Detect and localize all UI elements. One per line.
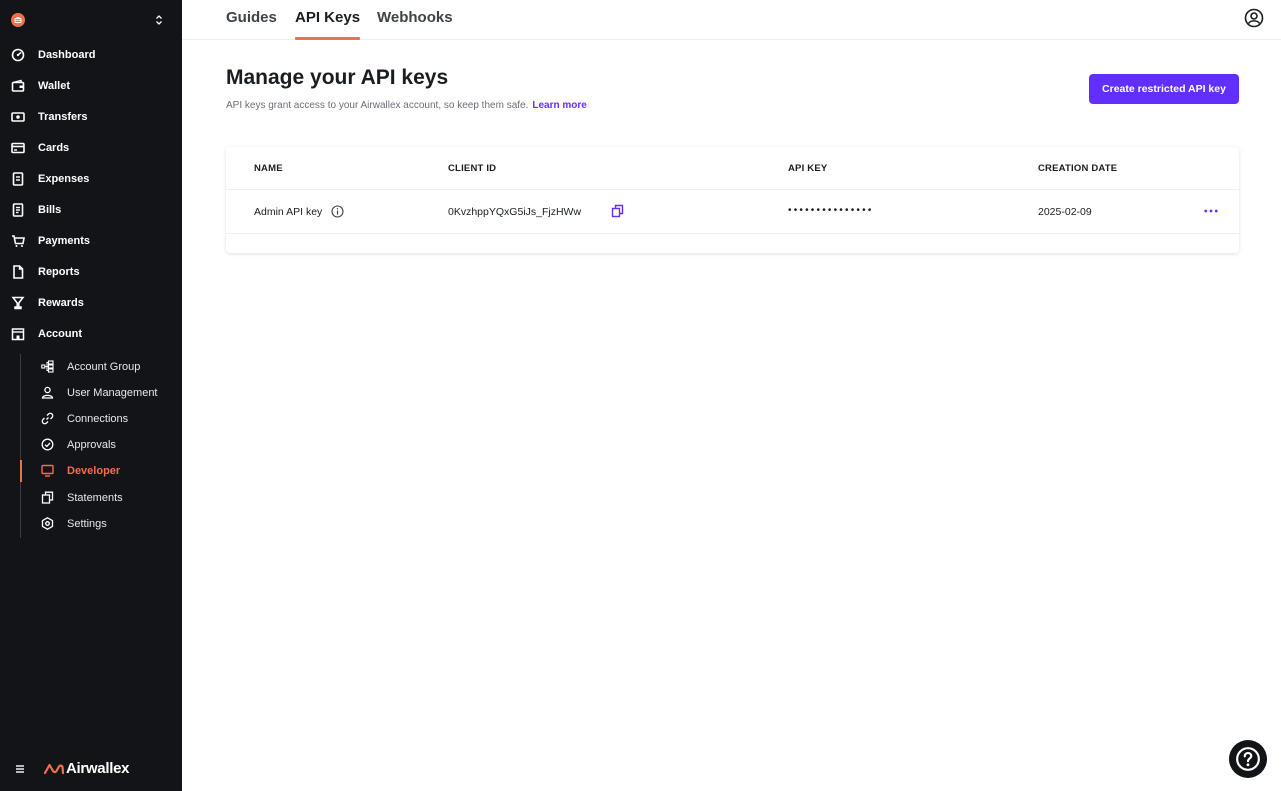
subnav-item-approvals[interactable]: Approvals <box>20 432 182 458</box>
nav-item-transfers[interactable]: Transfers <box>0 103 182 131</box>
subnav-label: Account Group <box>67 361 141 373</box>
hamburger-menu-icon[interactable] <box>14 762 26 774</box>
payments-icon <box>11 234 25 248</box>
nav-item-reports[interactable]: Reports <box>0 258 182 286</box>
nav-label: Expenses <box>38 173 90 185</box>
copy-icon[interactable] <box>611 204 624 218</box>
nav-label: Rewards <box>38 297 84 309</box>
api-key-name: Admin API key <box>254 206 323 218</box>
transfers-icon <box>11 110 25 124</box>
nav-item-bills[interactable]: Bills <box>0 196 182 224</box>
account-group-icon <box>41 360 54 373</box>
api-keys-table: NAME CLIENT ID API KEY CREATION DATE Adm… <box>226 147 1239 253</box>
check-circle-icon <box>41 438 54 451</box>
column-header-name: NAME <box>254 163 283 174</box>
settings-icon <box>41 517 54 530</box>
user-icon <box>41 386 54 399</box>
more-options-icon[interactable] <box>1203 204 1219 218</box>
dashboard-icon <box>11 48 25 62</box>
subnav-label: Connections <box>67 413 129 425</box>
learn-more-link[interactable]: Learn more <box>532 100 586 111</box>
organization-switcher[interactable] <box>0 0 182 40</box>
copy-icon <box>41 491 54 504</box>
rewards-icon <box>11 296 25 310</box>
nav-label: Bills <box>38 204 62 216</box>
nav-label: Reports <box>38 266 80 278</box>
user-profile-icon[interactable] <box>1244 8 1264 28</box>
client-id-value: 0KvzhppYQxG5iJs_FjzHWw <box>448 206 582 218</box>
subnav-label: Statements <box>67 492 123 504</box>
active-indicator <box>20 460 22 482</box>
nav-item-expenses[interactable]: Expenses <box>0 165 182 193</box>
subnav-item-user-management[interactable]: User Management <box>20 380 182 406</box>
subnav-item-settings[interactable]: Settings <box>20 511 182 537</box>
subnav-item-developer[interactable]: Developer <box>20 458 182 484</box>
cards-icon <box>11 141 25 155</box>
reports-icon <box>11 265 25 279</box>
subnav-item-account-group[interactable]: Account Group <box>20 354 182 380</box>
organization-logo-icon <box>11 13 25 27</box>
table-header: NAME CLIENT ID API KEY CREATION DATE <box>226 147 1239 190</box>
link-icon <box>41 412 54 425</box>
column-header-client-id: CLIENT ID <box>448 163 497 174</box>
nav-label: Transfers <box>38 111 88 123</box>
column-header-creation-date: CREATION DATE <box>1038 163 1118 174</box>
subnav-label: User Management <box>67 387 158 399</box>
chevron-up-down-icon <box>154 13 164 27</box>
wallet-icon <box>11 79 25 93</box>
creation-date-value: 2025-02-09 <box>1038 206 1092 218</box>
subnav-item-connections[interactable]: Connections <box>20 406 182 432</box>
bills-icon <box>11 203 25 217</box>
tab-guides[interactable]: Guides <box>226 9 277 40</box>
brand-name: Airwallex <box>66 760 130 777</box>
nav-item-payments[interactable]: Payments <box>0 227 182 255</box>
sidebar: Dashboard Wallet Transfers Cards Expense… <box>0 0 182 791</box>
create-restricted-api-key-button[interactable]: Create restricted API key <box>1089 74 1239 104</box>
tab-webhooks[interactable]: Webhooks <box>377 9 453 40</box>
sidebar-footer: Airwallex <box>0 752 182 786</box>
help-button[interactable] <box>1229 740 1267 778</box>
tab-api-keys[interactable]: API Keys <box>295 9 361 40</box>
account-icon <box>11 327 25 341</box>
table-row: Admin API key 0KvzhppYQxG5iJs_FjzHWw •••… <box>226 190 1239 234</box>
nav-label: Wallet <box>38 80 70 92</box>
nav-label: Payments <box>38 235 90 247</box>
page-description-text: API keys grant access to your Airwallex … <box>226 100 529 111</box>
top-tab-bar: Guides API Keys Webhooks <box>182 0 1281 40</box>
page-description: API keys grant access to your Airwallex … <box>226 100 587 111</box>
monitor-icon <box>41 464 54 477</box>
subnav-label: Developer <box>67 465 121 477</box>
info-icon[interactable] <box>331 205 344 218</box>
nav-item-wallet[interactable]: Wallet <box>0 72 182 100</box>
nav-item-cards[interactable]: Cards <box>0 134 182 162</box>
nav-item-rewards[interactable]: Rewards <box>0 289 182 317</box>
expenses-icon <box>11 172 25 186</box>
page-title: Manage your API keys <box>226 66 449 89</box>
column-header-api-key: API KEY <box>788 163 828 174</box>
nav-label: Dashboard <box>38 49 96 61</box>
api-key-masked-value: ••••••••••••••• <box>788 205 874 216</box>
airwallex-logo-icon <box>44 763 64 774</box>
subnav-label: Approvals <box>67 439 116 451</box>
nav-item-account[interactable]: Account <box>0 320 182 348</box>
nav-label: Account <box>38 328 82 340</box>
subnav-label: Settings <box>67 518 107 530</box>
airwallex-logo: Airwallex <box>44 760 129 777</box>
question-mark-icon <box>1236 747 1260 771</box>
subnav-item-statements[interactable]: Statements <box>20 485 182 511</box>
nav-item-dashboard[interactable]: Dashboard <box>0 41 182 69</box>
nav-label: Cards <box>38 142 70 154</box>
